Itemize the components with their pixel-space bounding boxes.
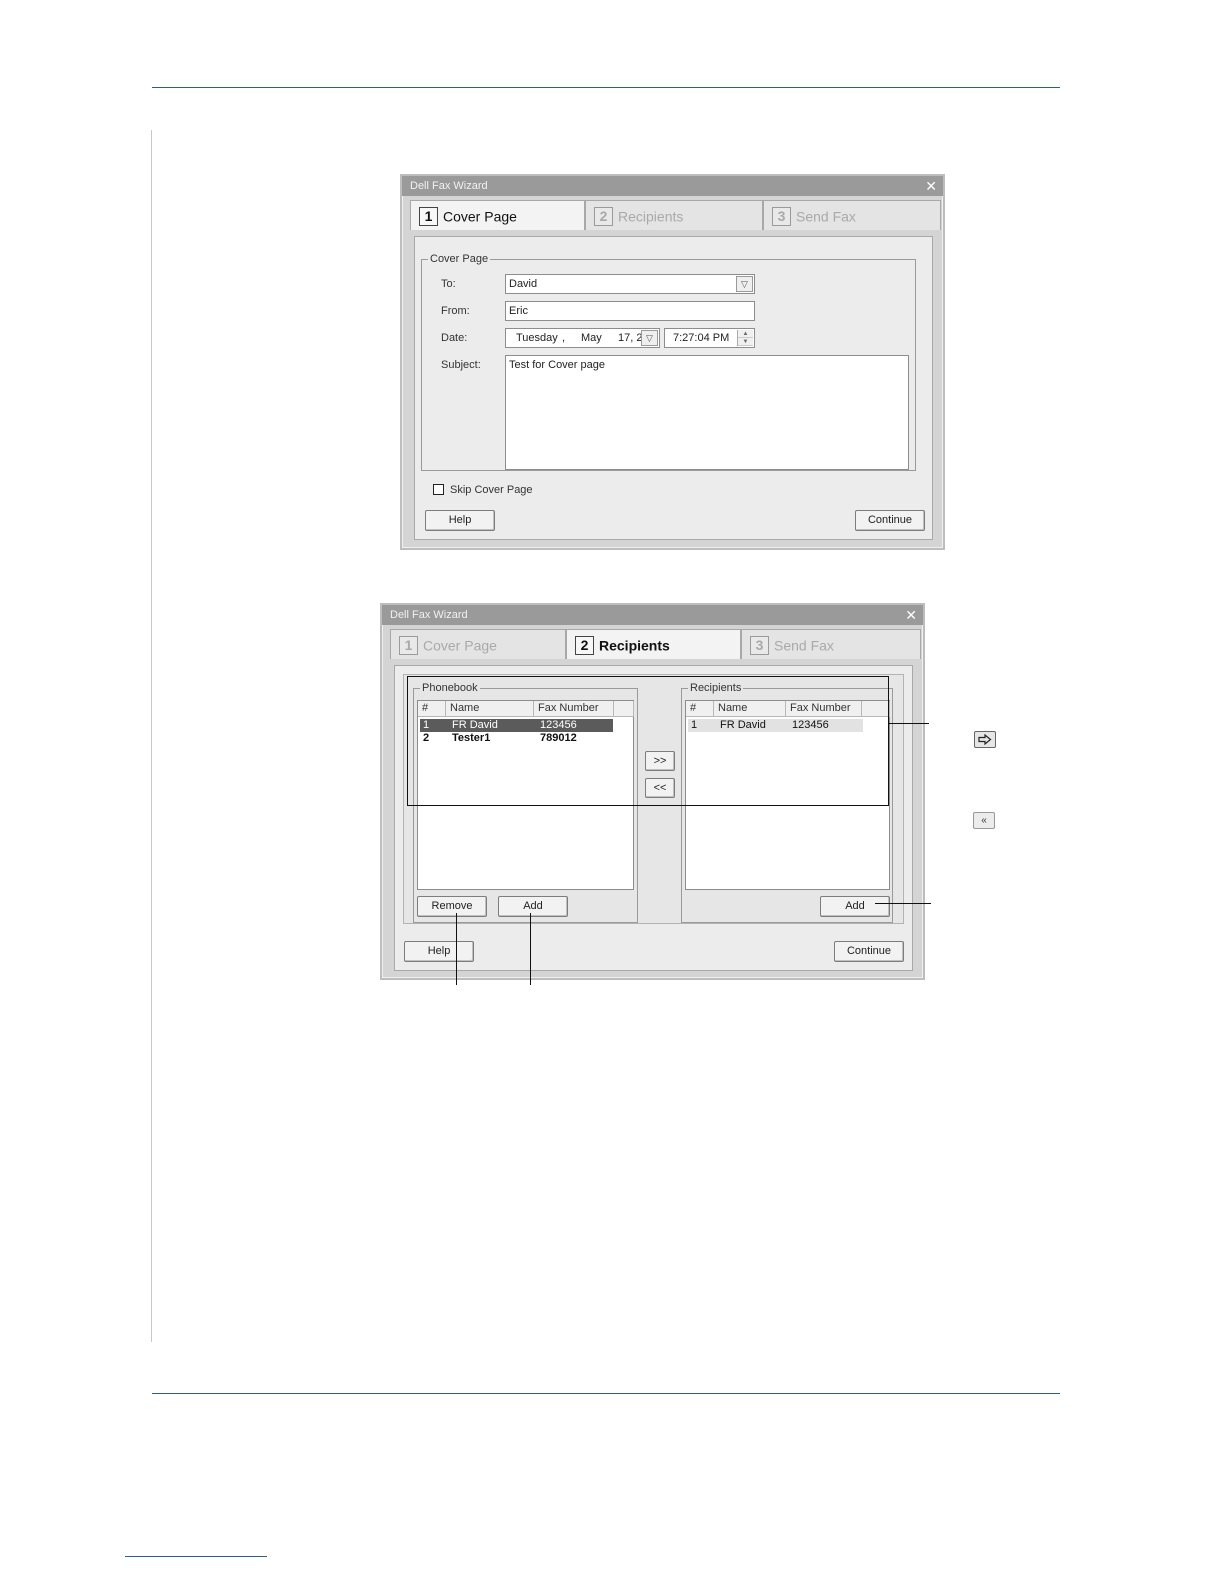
time-value: 7:27:04 PM bbox=[673, 332, 730, 344]
tab-panel: Cover Page To: David ▽ From: Eric Date: … bbox=[414, 236, 933, 540]
tab-number: 3 bbox=[750, 635, 769, 655]
tab-number: 2 bbox=[594, 206, 613, 226]
tab-label: Send Fax bbox=[774, 637, 834, 654]
tab-send-fax[interactable]: 3 Send Fax bbox=[741, 629, 921, 659]
date-daynum: 17, 2 bbox=[618, 332, 643, 344]
highlight-box bbox=[407, 676, 889, 806]
window-title: Dell Fax Wizard bbox=[410, 180, 488, 192]
double-left-arrow-icon: « bbox=[973, 812, 995, 829]
time-field[interactable]: 7:27:04 PM ▲ ▼ bbox=[664, 328, 755, 348]
spin-down-icon[interactable]: ▼ bbox=[738, 338, 753, 346]
window-titlebar: Dell Fax Wizard ✕ bbox=[382, 605, 923, 625]
add-phonebook-button[interactable]: Add bbox=[498, 896, 568, 917]
tab-cover-page[interactable]: 1 Cover Page bbox=[410, 200, 585, 230]
top-rule bbox=[152, 87, 1060, 88]
callout-line-recipients bbox=[889, 723, 929, 724]
footer-underline bbox=[125, 1556, 267, 1557]
tab-number: 1 bbox=[419, 206, 438, 226]
skip-cover-page-label: Skip Cover Page bbox=[450, 484, 533, 496]
tab-label: Cover Page bbox=[423, 637, 497, 654]
date-separator: , bbox=[562, 332, 566, 344]
tab-recipients[interactable]: 2 Recipients bbox=[585, 200, 763, 230]
from-label: From: bbox=[441, 305, 470, 317]
tab-number: 2 bbox=[575, 635, 594, 655]
close-icon[interactable]: ✕ bbox=[905, 605, 917, 625]
group-label: Cover Page bbox=[430, 253, 489, 265]
help-button[interactable]: Help bbox=[425, 510, 495, 531]
back-icon-label: « bbox=[981, 815, 987, 826]
continue-button[interactable]: Continue bbox=[855, 510, 925, 531]
subject-label: Subject: bbox=[441, 359, 481, 371]
window-titlebar: Dell Fax Wizard ✕ bbox=[402, 176, 943, 196]
tab-label: Cover Page bbox=[443, 208, 517, 225]
date-picker[interactable]: Tuesday , May 17, 2 ▽ bbox=[505, 328, 660, 348]
tab-number: 3 bbox=[772, 206, 791, 226]
tab-label: Send Fax bbox=[796, 208, 856, 225]
tab-number: 1 bbox=[399, 635, 418, 655]
help-button[interactable]: Help bbox=[404, 941, 474, 962]
callout-line-add-phonebook bbox=[530, 913, 531, 985]
subject-textarea[interactable]: Test for Cover page bbox=[505, 355, 909, 470]
skip-cover-page-checkbox[interactable] bbox=[433, 484, 444, 495]
chevron-down-icon[interactable]: ▽ bbox=[736, 276, 753, 292]
close-icon[interactable]: ✕ bbox=[925, 176, 937, 196]
remove-button[interactable]: Remove bbox=[417, 896, 487, 917]
chevron-down-icon[interactable]: ▽ bbox=[641, 330, 658, 346]
to-value: David bbox=[509, 278, 538, 290]
cover-page-wizard-window: Dell Fax Wizard ✕ 1 Cover Page 2 Recipient… bbox=[400, 174, 945, 550]
spin-up-icon[interactable]: ▲ bbox=[738, 330, 753, 338]
to-dropdown[interactable]: David ▽ bbox=[505, 274, 755, 294]
callout-line-remove bbox=[456, 913, 457, 985]
tab-label: Recipients bbox=[618, 208, 684, 225]
continue-button[interactable]: Continue bbox=[834, 941, 904, 962]
time-spinner[interactable]: ▲ ▼ bbox=[737, 330, 753, 346]
add-recipient-button[interactable]: Add bbox=[820, 896, 890, 917]
margin-rule bbox=[151, 130, 152, 1342]
tab-label: Recipients bbox=[599, 637, 670, 654]
callout-line-add bbox=[875, 903, 931, 904]
right-arrow-icon bbox=[974, 731, 996, 748]
window-title: Dell Fax Wizard bbox=[390, 609, 468, 621]
tab-send-fax[interactable]: 3 Send Fax bbox=[763, 200, 941, 230]
to-label: To: bbox=[441, 278, 456, 290]
date-month: May bbox=[581, 332, 602, 344]
date-day: Tuesday bbox=[516, 332, 558, 344]
date-label: Date: bbox=[441, 332, 468, 344]
from-field[interactable]: Eric bbox=[505, 301, 755, 321]
tab-cover-page[interactable]: 1 Cover Page bbox=[390, 629, 566, 659]
bottom-rule bbox=[152, 1393, 1060, 1394]
tab-recipients[interactable]: 2 Recipients bbox=[566, 629, 741, 659]
